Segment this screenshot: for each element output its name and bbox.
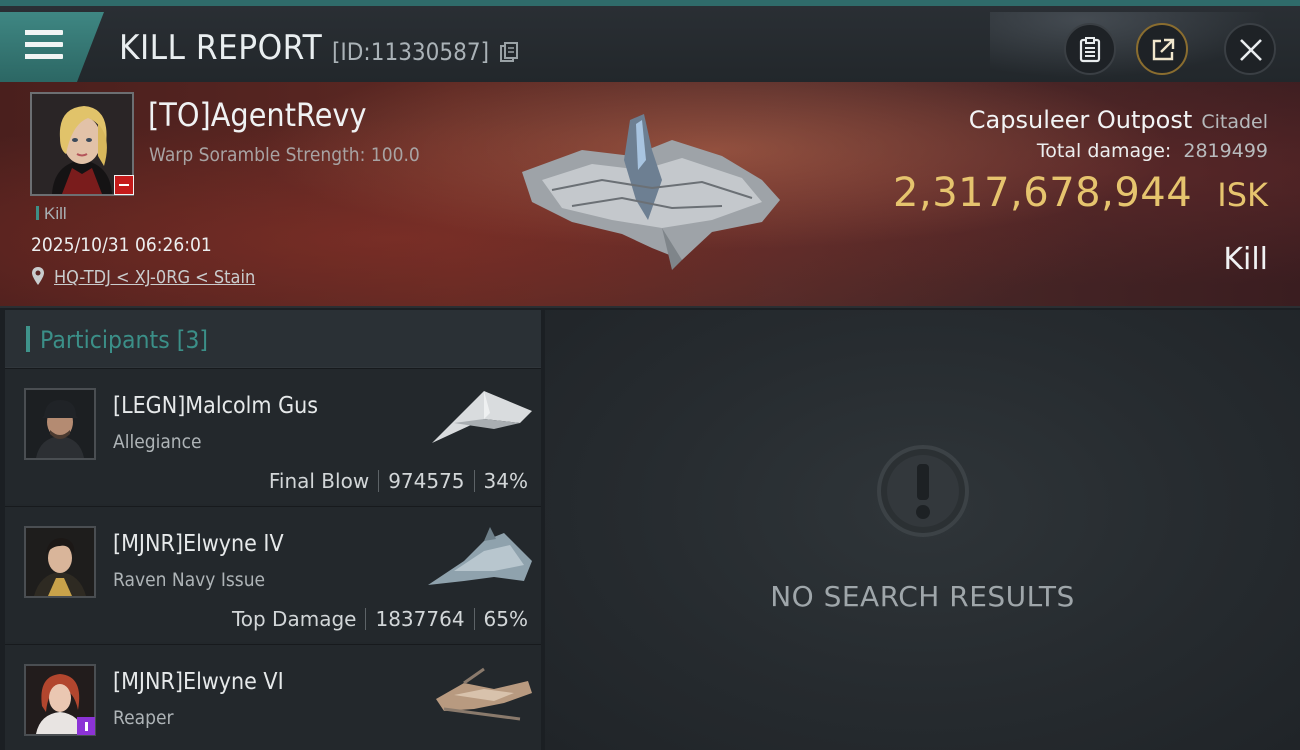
participant-row[interactable]: [MJNR]Elwyne VI Reaper xyxy=(5,644,541,750)
victim-name[interactable]: [TO]AgentRevy xyxy=(148,96,367,134)
hostile-status-badge xyxy=(114,175,134,195)
participant-damage: 974575 xyxy=(388,469,465,493)
stat-divider xyxy=(378,470,380,492)
hamburger-menu-icon-bar xyxy=(25,42,63,47)
participant-stats: Final Blow 974575 34% xyxy=(269,469,528,493)
location-link[interactable]: HQ-TDJ < XJ-0RG < Stain xyxy=(54,267,255,288)
participant-avatar[interactable] xyxy=(24,388,96,460)
participant-ship: Reaper xyxy=(113,707,174,729)
participants-panel: Participants [3] [LEGN]Malcolm Gus Alleg… xyxy=(5,310,541,750)
participant-ship: Allegiance xyxy=(113,431,202,453)
stat-divider xyxy=(473,470,475,492)
participant-row[interactable]: [LEGN]Malcolm Gus Allegiance Final Blow 9… xyxy=(5,368,541,504)
stat-divider xyxy=(473,608,475,630)
share-button[interactable] xyxy=(1136,23,1188,75)
participants-header: Participants [3] xyxy=(5,310,541,368)
target-structure-name[interactable]: Capsuleer Outpost xyxy=(969,106,1192,134)
target-structure: Capsuleer Outpost Citadel xyxy=(969,106,1268,134)
participant-name[interactable]: [MJNR]Elwyne IV xyxy=(113,531,284,557)
kill-result-label: Kill xyxy=(1223,242,1268,277)
clipboard-icon xyxy=(1079,37,1101,63)
total-damage-value: 2819499 xyxy=(1183,140,1268,162)
participant-role: Top Damage xyxy=(231,607,357,631)
total-damage: Total damage: 2819499 xyxy=(1037,140,1268,162)
kill-timestamp: 2025/10/31 06:26:01 xyxy=(31,234,212,256)
report-id: [ID:11330587] xyxy=(332,38,490,66)
ship-image xyxy=(436,667,532,721)
participant-row[interactable]: [MJNR]Elwyne IV Raven Navy Issue Top Dam… xyxy=(5,506,541,642)
map-pin-icon xyxy=(32,267,44,285)
participant-avatar[interactable] xyxy=(24,526,96,598)
menu-button[interactable] xyxy=(0,12,104,82)
clipboard-button[interactable] xyxy=(1064,23,1116,75)
participants-title: Participants [3] xyxy=(40,326,209,354)
isk-amount: 2,317,678,944 xyxy=(893,170,1193,216)
ship-image xyxy=(432,391,532,443)
warp-scramble-strength: Warp Soramble Strength: 100.0 xyxy=(149,144,420,166)
kill-summary-banner: [TO]AgentRevy Warp Soramble Strength: 10… xyxy=(0,82,1300,308)
participant-portrait xyxy=(26,390,94,458)
hamburger-menu-icon-bar xyxy=(25,54,63,59)
participant-damage: 1837764 xyxy=(375,607,465,631)
participant-name[interactable]: [MJNR]Elwyne VI xyxy=(113,669,284,695)
isk-value: 2,317,678,944 ISK xyxy=(893,170,1268,216)
close-button[interactable] xyxy=(1224,23,1276,75)
participant-portrait xyxy=(26,528,94,596)
citadel-structure-image xyxy=(522,114,780,270)
target-structure-type: Citadel xyxy=(1201,111,1268,133)
isk-unit: ISK xyxy=(1217,176,1268,214)
hamburger-menu-icon xyxy=(25,30,63,35)
copy-icon[interactable] xyxy=(500,42,518,62)
top-header-bar: KILL REPORT [ID:11330587] xyxy=(0,0,1300,88)
participant-stats: Top Damage 1837764 65% xyxy=(232,607,528,631)
stat-divider xyxy=(365,608,367,630)
kill-type-tag: Kill xyxy=(36,204,67,224)
exclamation-circle-icon xyxy=(877,445,969,537)
close-x-icon xyxy=(1240,39,1262,61)
ship-image xyxy=(428,527,532,585)
participant-ship: Raven Navy Issue xyxy=(113,569,266,591)
info-badge xyxy=(77,717,95,735)
total-damage-label: Total damage: xyxy=(1036,140,1172,162)
search-results-panel: NO SEARCH RESULTS xyxy=(545,310,1300,750)
participant-role: Final Blow xyxy=(268,469,370,493)
share-external-icon xyxy=(1152,38,1175,61)
page-title: KILL REPORT xyxy=(119,28,323,68)
participant-percent: 34% xyxy=(483,469,528,493)
empty-results-message: NO SEARCH RESULTS xyxy=(770,580,1075,613)
participant-name[interactable]: [LEGN]Malcolm Gus xyxy=(113,393,318,419)
header-accent-bar xyxy=(26,326,30,352)
participant-percent: 65% xyxy=(483,607,528,631)
